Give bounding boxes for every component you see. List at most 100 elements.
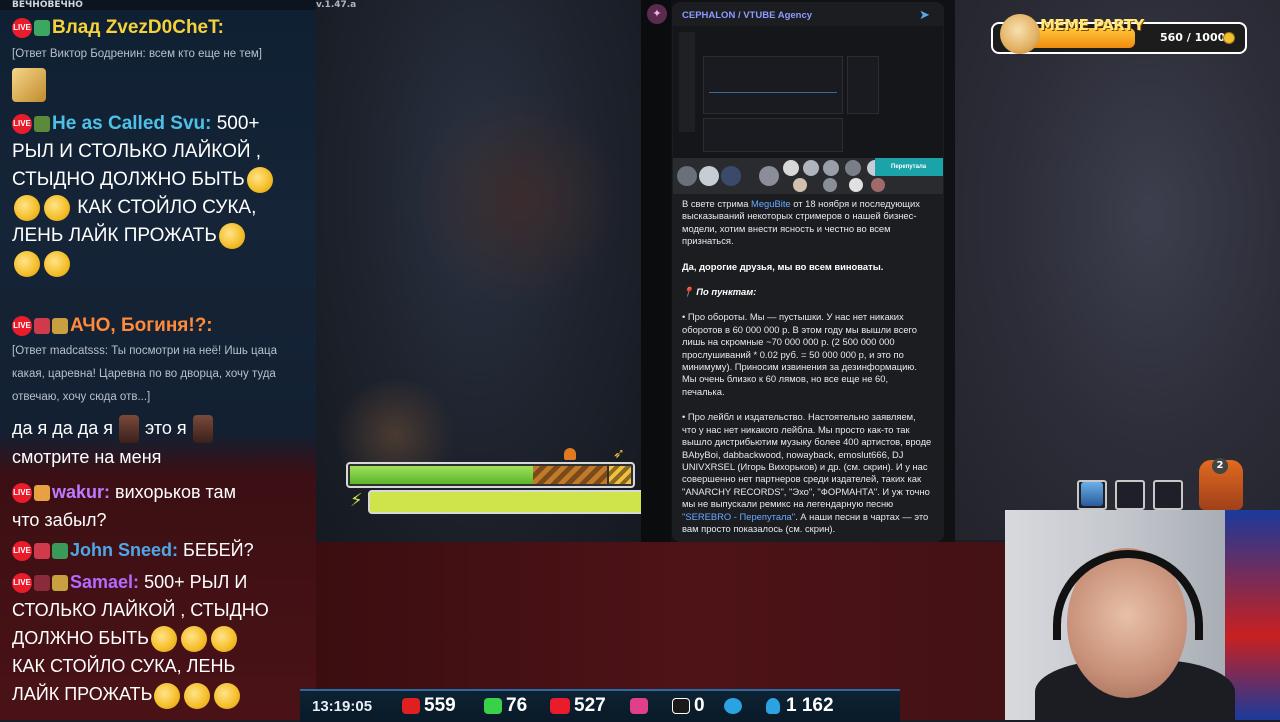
chat-text: ЛЕНЬ ЛАЙК ПРОЖАТЬ (12, 225, 217, 246)
post-link[interactable]: MeguBite (751, 198, 791, 209)
live-badge: LIVE (12, 573, 32, 594)
chat-top-label: ВЕЧНОВЕЧНО (0, 0, 316, 10)
post-paragraph: • Про лейбл и издательство. Настоятельно… (682, 411, 932, 535)
game-shape (420, 90, 620, 310)
chat-text: КАК СТОЙЛО СУКА, ЛЕНЬ (12, 656, 236, 677)
post-text-part: • Про лейбл и издательство. Настоятельно… (682, 411, 932, 510)
chat-text: 500+ РЫЛ И (144, 572, 248, 592)
health-bar-end (609, 466, 631, 484)
chat-text: РЫЛ И СТОЛЬКО ЛАЙКОЙ , (12, 141, 262, 162)
channel-title[interactable]: CEPHALON / VTUBE Agency (682, 10, 812, 21)
lightning-icon: ⚡ (350, 490, 363, 511)
inventory-slot[interactable] (1115, 480, 1145, 510)
post-link[interactable]: "SEREBRO - Перепутала" (682, 511, 795, 522)
game-bird-icon: ➶ (613, 446, 625, 462)
energy-bar (368, 490, 645, 514)
smile-emote-icon (180, 626, 207, 653)
user-badge-icon (34, 317, 50, 334)
chat-nick[interactable]: John Sneed: (70, 540, 178, 560)
chat-text: это я (145, 418, 187, 438)
chat-reply: [Ответ Виктор Бодренин: всем кто еще не … (12, 48, 262, 60)
stream-clock: 13:19:05 (312, 698, 373, 715)
chat-text: ДОЛЖНО БЫТЬ (12, 628, 149, 648)
user-badge-icon (34, 543, 50, 560)
cat-emote-icon (12, 68, 310, 107)
smile-emote-icon (44, 194, 70, 221)
vk-live-icon (550, 698, 570, 714)
chat-text: КАК СТОЙЛО СУКА, (77, 197, 257, 218)
telegram-icon[interactable]: ➤ (919, 7, 930, 23)
kick-viewers: 76 (506, 695, 528, 716)
chat-nick[interactable]: wakur: (52, 482, 110, 502)
meme-party-count: 560 / 1000 (1160, 31, 1226, 44)
live-badge: LIVE (12, 541, 32, 562)
chat-text: 500+ (216, 113, 260, 134)
smile-emote-icon (214, 682, 241, 709)
health-bar (346, 462, 635, 488)
post-paragraph: Да, дорогие друзья, мы во всем виноваты. (682, 261, 932, 273)
user-badge-icon (52, 543, 68, 560)
live-badge: LIVE (12, 315, 32, 336)
chat-nick[interactable]: АЧО, Богиня!?: (70, 315, 213, 336)
smile-emote-icon (14, 194, 40, 221)
chat-nick[interactable]: Влад ZvezD0CheT: (52, 17, 224, 38)
smile-emote-icon (14, 250, 40, 277)
youtube-viewers: 559 (424, 695, 456, 716)
user-badge-icon (34, 19, 50, 36)
meme-party-title: MEME PARTY (1040, 16, 1144, 34)
chat-text: ЛАЙК ПРОЖАТЬ (12, 684, 153, 705)
chat-message: LIVE He as Called Svu: 500+ РЫЛ И СТОЛЬКО… (12, 110, 310, 278)
chat-text: да я да да я (12, 418, 114, 438)
smile-emote-icon (246, 166, 273, 193)
inventory-slot[interactable] (1153, 480, 1183, 510)
telegram-stats-icon (724, 698, 742, 714)
figure-emote-icon (119, 415, 140, 444)
chat-message: LIVE АЧО, Богиня!?: (12, 312, 310, 340)
smile-emote-icon (154, 682, 181, 709)
total-viewers: 1 162 (786, 695, 834, 716)
telegram-window[interactable]: ✦ CEPHALON / VTUBE Agency ➤ Перепутала В… (641, 0, 955, 542)
user-badge-icon (52, 317, 68, 334)
user-badge-icon (34, 485, 50, 502)
health-bar-fill (350, 466, 533, 484)
rutube-viewers: 0 (694, 695, 705, 716)
user-badge-icon (52, 575, 68, 592)
smile-emote-icon (150, 626, 177, 653)
post-bold-text: Да, дорогие друзья, мы во всем виноваты. (682, 260, 884, 272)
post-paragraph: 📍 По пунктам: (682, 286, 932, 298)
chat-message-body: да я да да я это я смотрите на меня (12, 414, 310, 471)
kick-icon (484, 698, 502, 714)
channel-avatar-icon[interactable]: ✦ (647, 4, 667, 24)
chat-nick[interactable]: Samael: (70, 572, 139, 592)
rutube-icon (672, 698, 690, 714)
stream-stats-bar: 13:19:05 559 76 527 0 1 162 (300, 689, 900, 722)
chat-panel[interactable]: ВЕЧНОВЕЧНО LIVE Влад ZvezD0CheT: [Ответ В… (0, 0, 316, 720)
figure-emote-icon (192, 415, 213, 444)
smile-emote-icon (44, 250, 70, 277)
post-paragraph: В свете стрима MeguBite от 18 ноября и п… (682, 198, 932, 248)
chat-text: что забыл? (12, 510, 107, 530)
coin-icon (1223, 32, 1235, 44)
app-version: v.1.47.a (316, 0, 357, 10)
live-badge: LIVE (12, 483, 32, 504)
chat-message: LIVE Влад ZvezD0CheT: (12, 14, 310, 42)
post-heading: 📍 По пунктам: (682, 286, 757, 298)
chat-message: LIVE wakur: вихорьков там что забыл? (12, 478, 310, 534)
post-screenshot-image (673, 26, 943, 159)
chat-reply-line: [Ответ madcatsss: Ты посмотри на неё! Иш… (12, 345, 278, 357)
chat-text: смотрите на меня (12, 447, 162, 468)
character-level-badge: 2 (1212, 458, 1228, 474)
live-badge: LIVE (12, 17, 32, 38)
trovo-icon (630, 698, 648, 714)
user-badge-icon (34, 575, 50, 592)
chat-text: СТОЛЬКО ЛАЙКОЙ , СТЫДНО (12, 600, 269, 620)
post-text-part: В свете стрима (682, 198, 752, 209)
user-badge-icon (34, 115, 50, 132)
chat-message: LIVE John Sneed: БЕБЕЙ? (12, 536, 310, 564)
chat-text: СТЫДНО ДОЛЖНО БЫТЬ (12, 169, 245, 190)
post-text: В свете стрима MeguBite от 18 ноября и п… (682, 198, 932, 542)
chat-text: вихорьков там (115, 482, 236, 502)
chat-nick[interactable]: He as Called Svu: (52, 113, 211, 134)
chat-text: БЕБЕЙ? (183, 540, 254, 560)
viewers-icon (766, 698, 780, 714)
